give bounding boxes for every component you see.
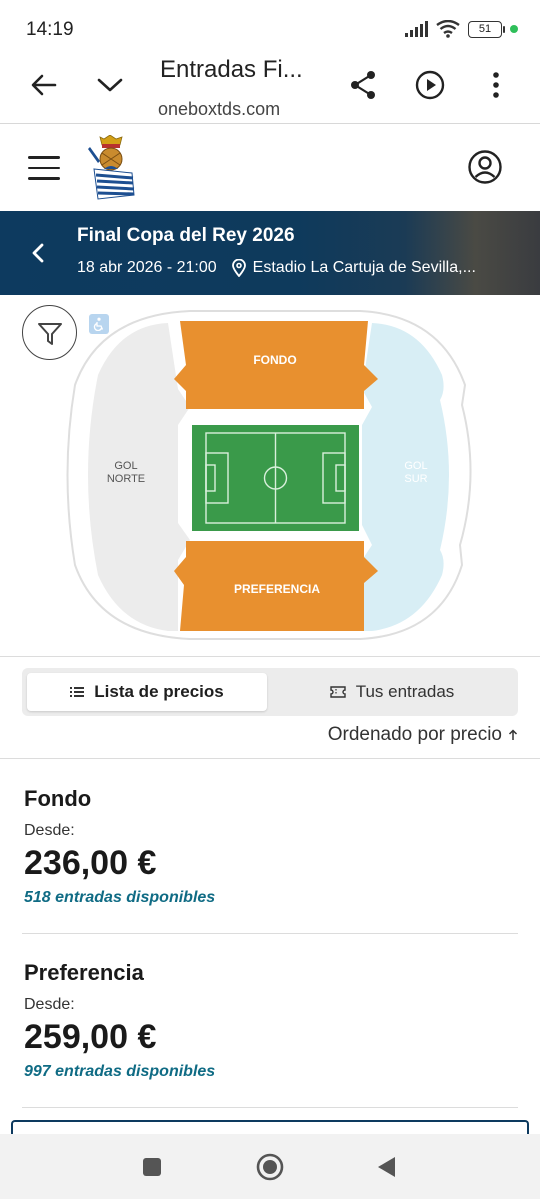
- share-icon[interactable]: [343, 65, 383, 105]
- status-icons: 51: [405, 20, 518, 38]
- filter-icon[interactable]: [22, 305, 77, 360]
- status-bar: 14:19 51: [0, 0, 540, 56]
- event-title: Final Copa del Rey 2026: [77, 225, 295, 246]
- location-pin-icon: [231, 259, 246, 277]
- stadium-map: FONDO PREFERENCIA GOL NORTE GOL SUR: [0, 295, 540, 655]
- label-gol-sur-2: SUR: [404, 473, 427, 485]
- event-venue-label: Estadio La Cartuja de Sevilla,...: [252, 259, 476, 276]
- list-icon: [70, 687, 85, 697]
- label-gol-norte-2: NORTE: [107, 473, 145, 485]
- page-title: Entradas Fi...: [160, 56, 303, 83]
- sort-toggle[interactable]: Ordenado por precio: [328, 724, 518, 746]
- page-url: oneboxtds.com: [158, 99, 281, 119]
- recent-apps-icon[interactable]: [137, 1152, 167, 1182]
- view-tabs: Lista de precios Tus entradas: [22, 668, 518, 716]
- price-item-from-label: Desde:: [24, 822, 75, 839]
- stadium-plan: FONDO PREFERENCIA GOL NORTE GOL SUR: [66, 310, 472, 640]
- play-icon[interactable]: [410, 65, 450, 105]
- more-vert-icon[interactable]: [476, 65, 516, 105]
- price-item-name: Preferencia: [24, 960, 144, 985]
- price-item-availability: 518 entradas disponibles: [24, 889, 216, 906]
- accessibility-icon[interactable]: [89, 314, 109, 334]
- arrow-up-icon: [508, 729, 518, 740]
- app-screen: 14:19 51 Entradas Fi... oneboxtds.com Fi…: [0, 0, 540, 1199]
- sort-label: Ordenado por precio: [327, 724, 502, 745]
- price-item-name: Fondo: [24, 786, 92, 811]
- privacy-indicator-dot: [510, 25, 518, 33]
- tab-your-tickets-label: Tus entradas: [355, 682, 455, 701]
- event-banner: Final Copa del Rey 2026 18 abr 2026 - 21…: [0, 211, 540, 295]
- price-item-preferencia[interactable]: Preferencia Desde: 259,00 € 997 entradas…: [24, 960, 518, 1081]
- tab-price-list[interactable]: Lista de precios: [27, 673, 267, 711]
- hamburger-icon[interactable]: [28, 156, 60, 180]
- price-item-availability: 997 entradas disponibles: [24, 1063, 216, 1080]
- status-time: 14:19: [26, 19, 74, 40]
- price-item-fondo[interactable]: Fondo Desde: 236,00 € 518 entradas dispo…: [24, 786, 518, 907]
- back-nav-icon[interactable]: [371, 1152, 401, 1182]
- price-item-value: 259,00 €: [24, 1018, 157, 1056]
- event-meta: 18 abr 2026 - 21:00 Estadio La Cartuja d…: [77, 259, 476, 277]
- divider: [22, 1107, 518, 1108]
- label-preferencia: PREFERENCIA: [234, 582, 320, 596]
- tab-your-tickets[interactable]: Tus entradas: [272, 673, 512, 711]
- back-arrow-icon[interactable]: [24, 65, 64, 105]
- event-back-icon[interactable]: [26, 237, 54, 269]
- event-venue: Estadio La Cartuja de Sevilla,...: [231, 259, 476, 277]
- divider: [0, 758, 540, 759]
- club-crest-logo[interactable]: [84, 135, 138, 203]
- label-fondo: FONDO: [253, 353, 296, 367]
- browser-toolbar: Entradas Fi... oneboxtds.com: [0, 56, 540, 124]
- label-gol-norte-1: GOL: [114, 460, 137, 472]
- wifi-icon: [436, 20, 460, 38]
- home-icon[interactable]: [255, 1152, 285, 1182]
- price-item-value: 236,00 €: [24, 844, 157, 882]
- user-icon[interactable]: [467, 149, 503, 185]
- label-gol-sur-1: GOL: [404, 460, 427, 472]
- system-nav-bar: [0, 1134, 540, 1199]
- site-header: [0, 125, 540, 211]
- divider: [22, 933, 518, 934]
- ticket-icon: [330, 686, 346, 698]
- divider: [0, 656, 540, 657]
- event-datetime: 18 abr 2026 - 21:00: [77, 259, 217, 276]
- chevron-down-icon[interactable]: [90, 65, 130, 105]
- tab-price-list-label: Lista de precios: [94, 682, 224, 701]
- price-item-from-label: Desde:: [24, 996, 75, 1013]
- signal-icon: [405, 21, 428, 37]
- battery-icon: 51: [468, 20, 505, 38]
